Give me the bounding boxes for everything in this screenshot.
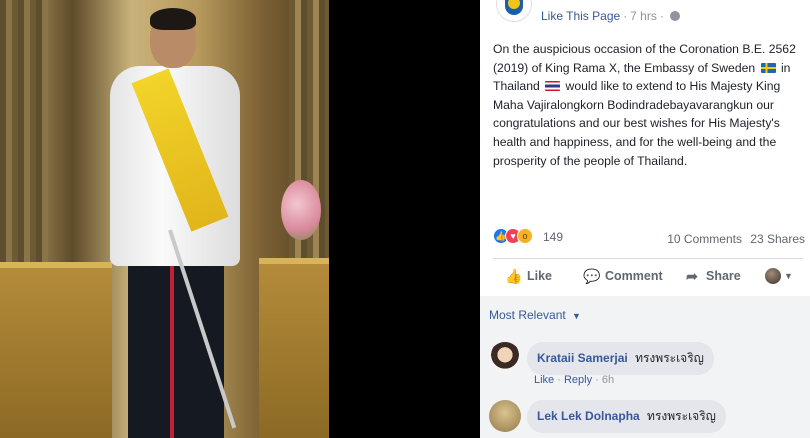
wow-reaction-icon: o — [517, 228, 533, 244]
comment-button-label: Comment — [605, 269, 663, 283]
separator-dot: · — [659, 9, 664, 23]
like-button[interactable]: 👍 Like — [505, 268, 552, 284]
chevron-down-icon: ▼ — [784, 271, 793, 281]
photo-flowers — [281, 180, 321, 240]
divider — [493, 258, 803, 259]
comment-button[interactable]: 💬 Comment — [583, 268, 663, 284]
photo-viewer — [0, 0, 480, 438]
comment-author[interactable]: Krataii Samerjai — [537, 351, 628, 365]
post-actions: 👍 Like 💬 Comment ➦ Share ▼ — [493, 262, 808, 292]
photo-table-left — [0, 262, 112, 438]
post-text-part-1: On the auspicious occasion of the Corona… — [493, 42, 796, 75]
post-photo[interactable] — [0, 0, 329, 438]
post-meta: Like This Page · 7 hrs · — [541, 9, 680, 23]
shares-count-link[interactable]: 23 Shares — [750, 232, 805, 246]
comment-text: ทรงพระเจริญ — [647, 409, 716, 423]
crest-icon — [505, 0, 523, 15]
comment-text: ทรงพระเจริญ — [635, 351, 704, 365]
comment-reply-link[interactable]: Reply — [564, 374, 592, 386]
comments-section: Most Relevant ▼ Krataii Samerjai ทรงพระเ… — [480, 296, 810, 438]
reaction-icons[interactable]: 👍 ♥ o — [493, 228, 533, 244]
sweden-flag-icon — [760, 62, 776, 73]
share-button[interactable]: ➦ Share — [684, 268, 741, 284]
photo-table-right — [259, 258, 329, 438]
comment-bubble: Krataii Samerjai ทรงพระเจริญ — [527, 342, 714, 375]
like-button-label: Like — [527, 269, 553, 283]
globe-icon[interactable] — [669, 11, 680, 21]
thumbs-up-icon: 👍 — [505, 268, 523, 284]
separator-dot: · — [623, 9, 628, 23]
post-time[interactable]: 7 hrs — [630, 9, 657, 23]
reaction-count[interactable]: 149 — [543, 230, 563, 244]
page-avatar[interactable] — [496, 0, 532, 22]
comment-sort-dropdown[interactable]: Most Relevant ▼ — [489, 308, 581, 322]
avatar[interactable] — [489, 342, 521, 374]
comments-count-link[interactable]: 10 Comments — [667, 232, 742, 246]
comment-icon: 💬 — [583, 268, 601, 284]
avatar — [765, 268, 781, 284]
comment-like-link[interactable]: Like — [534, 374, 554, 386]
comment-bubble: Lek Lek Dolnapha ทรงพระเจริญ — [527, 400, 726, 433]
photo-figure-hair — [150, 8, 196, 30]
comment-author[interactable]: Lek Lek Dolnapha — [537, 409, 640, 423]
separator-dot: · — [595, 374, 602, 386]
share-icon: ➦ — [686, 268, 698, 284]
separator-dot: · — [557, 374, 564, 386]
like-page-link[interactable]: Like This Page — [541, 9, 620, 23]
post-panel: Like This Page · 7 hrs · On the auspicious … — [480, 0, 810, 438]
share-button-label: Share — [706, 269, 741, 283]
reactions-summary: 👍 ♥ o 149 10 Comments 23 Shares — [493, 228, 805, 246]
chevron-down-icon: ▼ — [572, 311, 581, 321]
post-header: Like This Page · 7 hrs · — [480, 0, 810, 28]
thailand-flag-icon — [545, 81, 561, 92]
post-body: On the auspicious occasion of the Corona… — [493, 40, 803, 170]
engagement-counts: 10 Comments 23 Shares — [667, 232, 805, 246]
comment-meta: Like · Reply · 6h — [534, 374, 614, 386]
comment-time[interactable]: 6h — [602, 374, 614, 386]
comment-sort-label: Most Relevant — [489, 308, 566, 322]
audience-selector[interactable]: ▼ — [765, 268, 793, 284]
avatar[interactable] — [489, 400, 521, 432]
